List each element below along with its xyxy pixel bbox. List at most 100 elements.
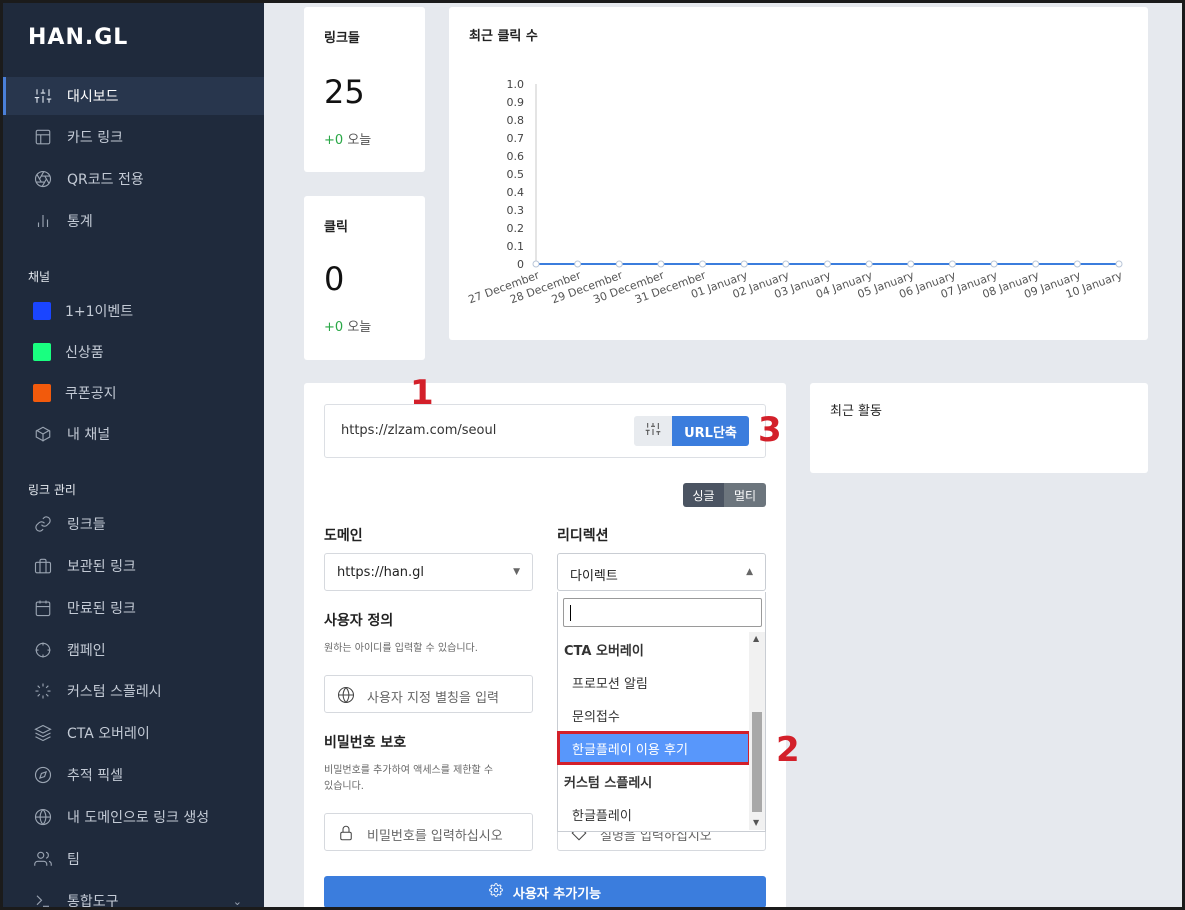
data-point[interactable] bbox=[740, 260, 748, 268]
advanced-options-button[interactable]: 사용자 추가기능 bbox=[324, 876, 766, 907]
dropdown-scrollbar[interactable]: ▲ ▼ bbox=[749, 632, 765, 830]
caret-up-icon: ▲ bbox=[746, 567, 753, 577]
channel-color-swatch bbox=[33, 384, 51, 402]
custom-alias-placeholder: 사용자 지정 별칭을 입력 bbox=[367, 691, 499, 706]
password-input[interactable]: 비밀번호를 입력하십시오 bbox=[324, 813, 533, 851]
custom-alias-input[interactable]: 사용자 지정 별칭을 입력 bbox=[324, 675, 533, 713]
app-window: HAN.GL 대시보드 카드 링크 QR코드 전용 통계 채널 1+1이벤트 신… bbox=[0, 0, 1185, 910]
data-point[interactable] bbox=[824, 260, 831, 268]
sidebar-item-pixel[interactable]: 추적 픽셀 bbox=[3, 756, 264, 794]
dropdown-option[interactable]: 프로모션 알림 bbox=[572, 673, 648, 692]
redirect-label: 리디렉션 bbox=[557, 528, 609, 544]
stat-delta-suffix: 오늘 bbox=[347, 320, 372, 335]
data-point[interactable] bbox=[1032, 260, 1040, 268]
dropdown-option[interactable]: 문의접수 bbox=[572, 706, 620, 725]
sidebar-item-label: 추적 픽셀 bbox=[67, 768, 123, 784]
y-tick-label: 0.5 bbox=[507, 168, 525, 181]
sidebar-item-campaign[interactable]: 캠페인 bbox=[3, 631, 264, 669]
caret-down-icon: ▼ bbox=[513, 567, 520, 577]
stat-title: 클릭 bbox=[324, 220, 348, 235]
dropdown-search-input[interactable] bbox=[563, 598, 762, 627]
users-icon bbox=[33, 849, 53, 869]
sidebar-item-custom-domain[interactable]: 내 도메인으로 링크 생성 bbox=[3, 798, 264, 836]
sidebar-channel-new-product[interactable]: 신상품 bbox=[3, 333, 264, 371]
redirect-select[interactable]: 다이렉트 ▲ bbox=[557, 553, 766, 591]
sidebar-channel-coupon[interactable]: 쿠폰공지 bbox=[3, 374, 264, 412]
y-tick-label: 0.7 bbox=[507, 132, 525, 145]
scrollbar-thumb[interactable] bbox=[752, 712, 762, 812]
bar-chart-icon bbox=[33, 211, 53, 231]
annotation-marker-3: 3 bbox=[758, 410, 782, 450]
stat-value: 25 bbox=[324, 73, 365, 111]
layers-icon bbox=[33, 723, 53, 743]
gear-icon bbox=[489, 883, 513, 901]
data-point[interactable] bbox=[532, 260, 540, 268]
data-point[interactable] bbox=[907, 260, 915, 268]
sidebar-my-channel[interactable]: 내 채널 bbox=[3, 415, 264, 453]
channels-section-title: 채널 bbox=[28, 270, 51, 284]
data-point[interactable] bbox=[948, 260, 956, 268]
data-point[interactable] bbox=[574, 260, 582, 268]
mode-multi-button[interactable]: 멀티 bbox=[724, 483, 766, 507]
dropdown-group-cta: CTA 오버레이 bbox=[564, 644, 644, 659]
url-input-box[interactable]: https://zlzam.com/seoul URL단축 bbox=[324, 404, 766, 458]
crosshair-icon bbox=[33, 640, 53, 660]
y-tick-label: 0.6 bbox=[507, 150, 525, 163]
stat-value: 0 bbox=[324, 260, 345, 298]
data-point[interactable] bbox=[865, 260, 873, 268]
data-point[interactable] bbox=[1073, 260, 1081, 268]
loader-icon bbox=[33, 681, 53, 701]
data-point[interactable] bbox=[990, 260, 998, 268]
scroll-up-icon[interactable]: ▲ bbox=[753, 634, 759, 643]
dropdown-option[interactable]: 한글플레이 bbox=[572, 805, 632, 824]
data-point[interactable] bbox=[782, 260, 790, 268]
password-help: 비밀번호를 추가하여 액세스를 제한할 수 있습니다. bbox=[324, 763, 534, 795]
sidebar-item-team[interactable]: 팀 bbox=[3, 840, 264, 878]
data-point[interactable] bbox=[657, 260, 665, 268]
main-content: 링크들 25 +0 오늘 클릭 0 +0 오늘 최근 클릭 수 0 0.1 0.2 0… bbox=[264, 3, 1182, 907]
data-point[interactable] bbox=[615, 260, 623, 268]
compass-icon bbox=[33, 765, 53, 785]
aperture-icon bbox=[33, 169, 53, 189]
stat-delta-number: +0 bbox=[324, 133, 344, 148]
recent-activity-title: 최근 활동 bbox=[830, 404, 882, 419]
sidebar-item-qr[interactable]: QR코드 전용 bbox=[3, 160, 264, 198]
sidebar-item-splash[interactable]: 커스텀 스플레시 bbox=[3, 672, 264, 710]
password-help-line: 있습니다. bbox=[324, 781, 364, 792]
box-icon bbox=[33, 424, 53, 444]
dropdown-option-highlighted[interactable]: 한글플레이 이용 후기 bbox=[557, 731, 751, 765]
sidebar-item-label: 통합도구 bbox=[67, 894, 119, 910]
sidebar-item-card-link[interactable]: 카드 링크 bbox=[3, 118, 264, 156]
stat-delta: +0 오늘 bbox=[324, 129, 371, 148]
sidebar-item-expired[interactable]: 만료된 링크 bbox=[3, 589, 264, 627]
data-point[interactable] bbox=[699, 260, 707, 268]
app-logo[interactable]: HAN.GL bbox=[28, 25, 128, 50]
sidebar-item-integrations[interactable]: 통합도구 ⌄ bbox=[3, 882, 264, 910]
y-tick-label: 0.1 bbox=[507, 240, 525, 253]
custom-alias-label: 사용자 정의 bbox=[324, 613, 394, 629]
mode-single-button[interactable]: 싱글 bbox=[683, 483, 724, 507]
sidebar-item-dashboard[interactable]: 대시보드 bbox=[3, 77, 264, 115]
domain-select[interactable]: https://han.gl ▼ bbox=[324, 553, 533, 591]
sidebar-item-links[interactable]: 링크들 bbox=[3, 505, 264, 543]
sidebar-item-cta[interactable]: CTA 오버레이 bbox=[3, 714, 264, 752]
sidebar-channel-event[interactable]: 1+1이벤트 bbox=[3, 292, 264, 330]
redirect-dropdown: CTA 오버레이 프로모션 알림 문의접수 한글플레이 이용 후기 커스텀 스플… bbox=[557, 592, 766, 832]
sidebar-item-label: 커스텀 스플레시 bbox=[67, 684, 162, 700]
password-placeholder: 비밀번호를 입력하십시오 bbox=[367, 829, 503, 844]
domain-select-value: https://han.gl bbox=[337, 565, 425, 580]
sliders-icon bbox=[33, 86, 53, 106]
options-button[interactable] bbox=[634, 416, 672, 446]
password-label: 비밀번호 보호 bbox=[324, 735, 407, 751]
data-point[interactable] bbox=[1115, 260, 1123, 268]
scroll-down-icon[interactable]: ▼ bbox=[753, 818, 759, 827]
sliders-icon bbox=[645, 421, 661, 441]
briefcase-icon bbox=[33, 556, 53, 576]
terminal-icon bbox=[33, 891, 53, 907]
domain-label: 도메인 bbox=[324, 528, 363, 544]
sidebar-item-stats[interactable]: 통계 bbox=[3, 202, 264, 240]
sidebar-item-archived[interactable]: 보관된 링크 bbox=[3, 547, 264, 585]
stat-delta-suffix: 오늘 bbox=[347, 133, 372, 148]
shorten-button[interactable]: URL단축 bbox=[672, 416, 749, 446]
url-input[interactable]: https://zlzam.com/seoul bbox=[341, 423, 496, 438]
